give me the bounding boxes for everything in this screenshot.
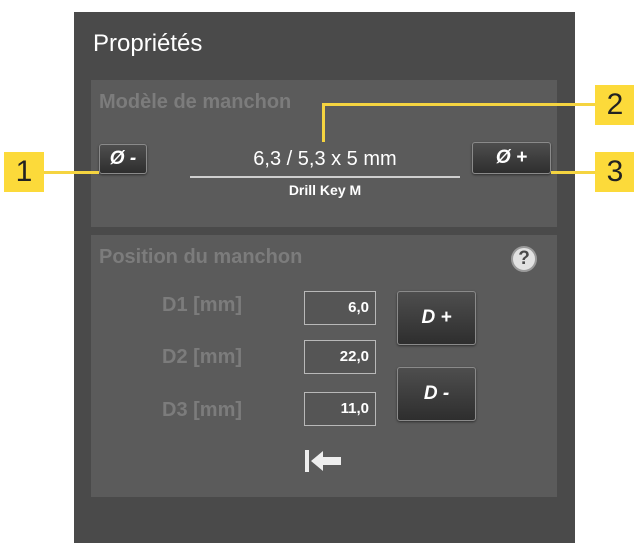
- d3-label: D3 [mm]: [162, 399, 243, 421]
- callout-line-1: [40, 171, 99, 174]
- callout-3: 3: [595, 152, 634, 192]
- callout-line-2-vertical: [322, 103, 325, 142]
- callout-1: 1: [4, 152, 44, 192]
- sleeve-model-value: 6,3 / 5,3 x 5 mm: [253, 148, 397, 170]
- callout-line-3: [551, 171, 595, 174]
- d1-label: D1 [mm]: [162, 294, 243, 316]
- d2-label: D2 [mm]: [162, 346, 243, 368]
- arrow-to-left-bar-icon[interactable]: [303, 448, 345, 474]
- panel-title: Propriétés: [93, 30, 203, 57]
- sleeve-model-divider: [190, 176, 460, 178]
- sleeve-model-label: Modèle de manchon: [99, 91, 292, 113]
- position-increase-button[interactable]: D +: [397, 291, 476, 345]
- d1-field[interactable]: 6,0: [304, 291, 376, 325]
- sleeve-position-label: Position du manchon: [99, 246, 303, 268]
- help-icon[interactable]: ?: [511, 246, 537, 272]
- callout-line-2-horizontal: [322, 103, 595, 106]
- position-decrease-button[interactable]: D -: [397, 367, 476, 421]
- diameter-increase-button[interactable]: Ø +: [472, 142, 551, 174]
- callout-2: 2: [595, 85, 634, 125]
- d2-field[interactable]: 22,0: [304, 340, 376, 374]
- sleeve-model-name: Drill Key M: [288, 182, 362, 198]
- diameter-decrease-button[interactable]: Ø -: [99, 144, 147, 174]
- d3-field[interactable]: 11,0: [304, 392, 376, 426]
